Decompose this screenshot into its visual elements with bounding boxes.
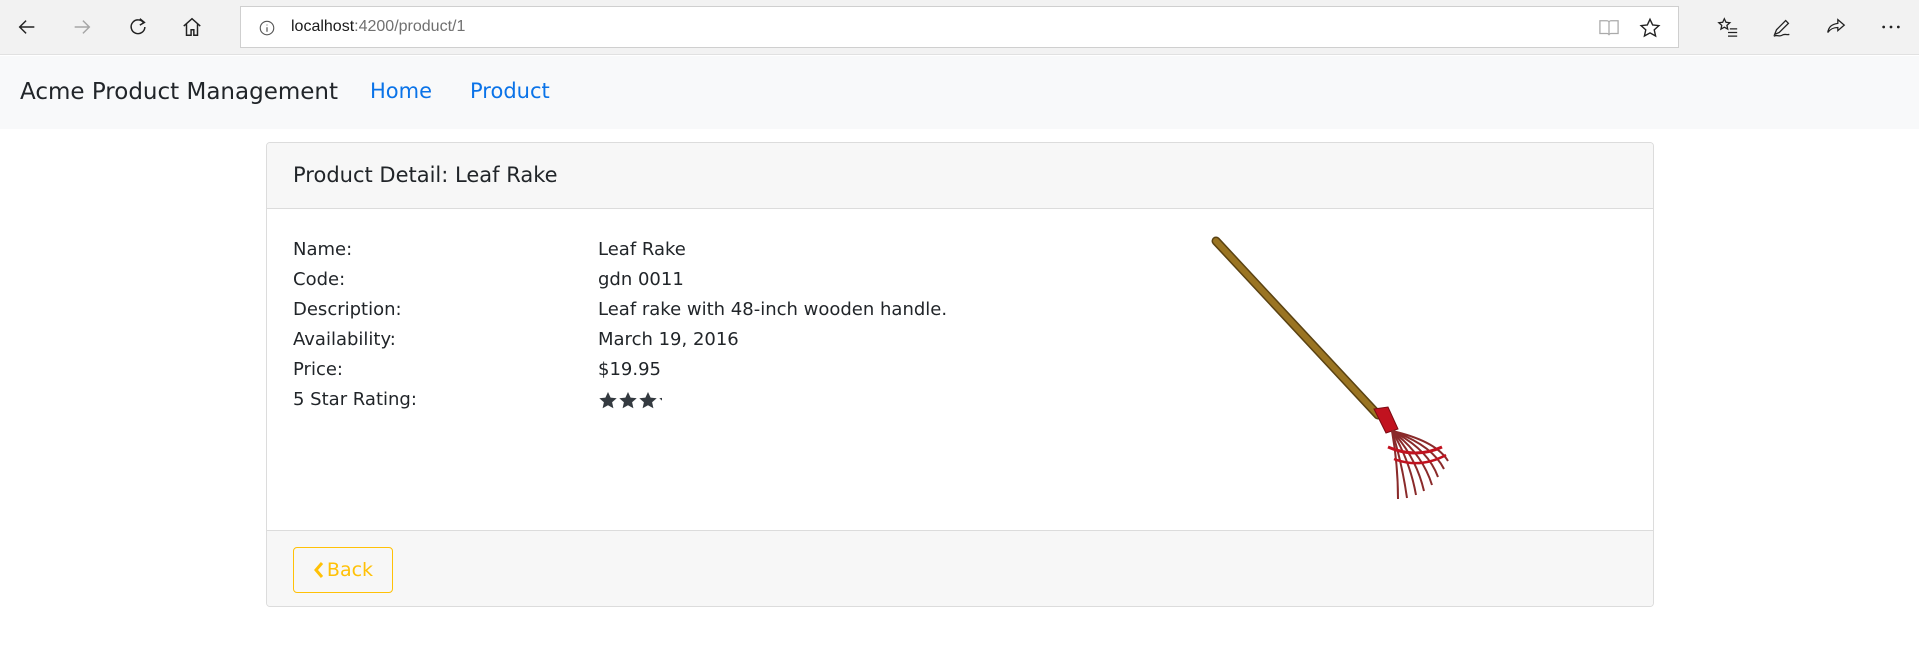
field-row-price: Price: $19.95 xyxy=(293,359,1093,389)
back-button[interactable]: Back xyxy=(293,547,393,593)
browser-toolbar: localhost:4200/product/1 xyxy=(0,0,1919,55)
address-path: :4200/product/1 xyxy=(354,18,466,35)
star-rating xyxy=(598,391,698,409)
field-label: Availability: xyxy=(293,329,396,350)
field-label: Price: xyxy=(293,359,343,380)
reading-view-icon[interactable] xyxy=(1598,18,1620,38)
card-title: Product Detail: Leaf Rake xyxy=(293,163,558,187)
card-header: Product Detail: Leaf Rake xyxy=(267,143,1653,209)
field-value: Leaf rake with 48-inch wooden handle. xyxy=(598,299,948,320)
star-icon xyxy=(679,392,696,408)
star-icon xyxy=(619,392,637,409)
field-label: Description: xyxy=(293,299,402,320)
favorite-star-icon[interactable] xyxy=(1639,17,1661,39)
more-icon[interactable] xyxy=(1876,12,1906,42)
card-footer: Back xyxy=(267,530,1653,606)
favorites-list-icon[interactable] xyxy=(1713,12,1743,42)
info-icon[interactable] xyxy=(258,19,276,37)
star-icon xyxy=(659,397,662,401)
star-icon xyxy=(639,392,657,409)
address-url[interactable]: localhost:4200/product/1 xyxy=(291,18,465,36)
navbar-brand[interactable]: Acme Product Management xyxy=(20,79,338,105)
field-value: Leaf Rake xyxy=(598,239,686,260)
star-icon xyxy=(599,392,617,409)
field-label: Name: xyxy=(293,239,353,260)
back-button-label: Back xyxy=(326,559,374,581)
field-value: March 19, 2016 xyxy=(598,329,739,350)
product-detail-card: Product Detail: Leaf Rake Name: Leaf Rak… xyxy=(266,142,1654,607)
share-icon[interactable] xyxy=(1821,12,1851,42)
nav-link-product[interactable]: Product xyxy=(470,79,550,103)
field-row-availability: Availability: March 19, 2016 xyxy=(293,329,1093,359)
forward-arrow-icon[interactable] xyxy=(67,12,97,42)
field-row-rating: 5 Star Rating: xyxy=(293,389,1093,419)
address-host: localhost xyxy=(291,18,355,35)
chevron-left-icon xyxy=(313,562,324,578)
field-row-code: Code: gdn 0011 xyxy=(293,269,1093,299)
card-body: Name: Leaf Rake Code: gdn 0011 Descripti… xyxy=(267,209,1653,530)
refresh-icon[interactable] xyxy=(123,12,153,42)
nav-link-home[interactable]: Home xyxy=(370,79,432,103)
field-row-name: Name: Leaf Rake xyxy=(293,239,1093,269)
field-row-description: Description: Leaf rake with 48-inch wood… xyxy=(293,299,1093,329)
pen-icon[interactable] xyxy=(1767,12,1797,42)
field-value: $19.95 xyxy=(598,359,661,380)
app-navbar: Acme Product Management Home Product xyxy=(0,56,1919,129)
address-bar[interactable]: localhost:4200/product/1 xyxy=(240,6,1679,48)
field-label: 5 Star Rating: xyxy=(293,389,417,410)
field-value: gdn 0011 xyxy=(598,269,684,290)
home-icon[interactable] xyxy=(177,12,207,42)
field-label: Code: xyxy=(293,269,346,290)
back-arrow-icon[interactable] xyxy=(12,12,42,42)
leaf-rake-image xyxy=(1211,236,1449,500)
